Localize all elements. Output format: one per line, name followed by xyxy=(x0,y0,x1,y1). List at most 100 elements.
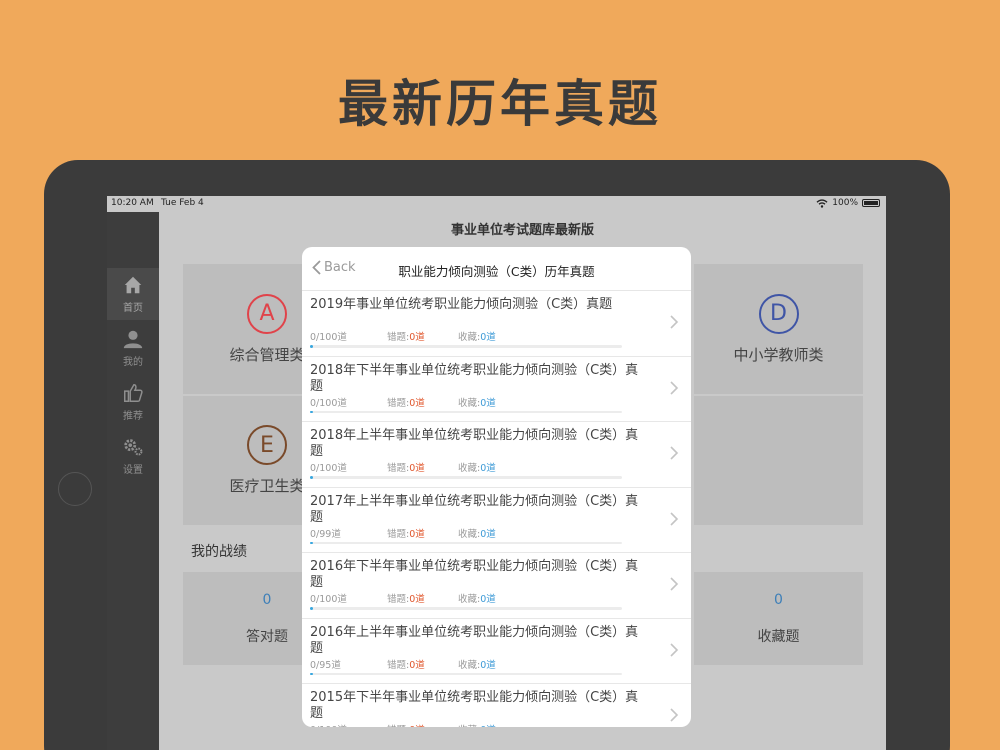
fav-value: 0道 xyxy=(480,332,496,343)
progress-fill xyxy=(310,345,314,348)
wrong-count: 错题:0道 xyxy=(387,722,425,727)
wrong-value: 0道 xyxy=(409,397,425,409)
wrong-count: 错题:0道 xyxy=(387,395,425,409)
progress-bar xyxy=(310,345,622,348)
stat-value: 0 xyxy=(774,591,783,608)
status-bar: 10:20 AM Tue Feb 4 100% xyxy=(107,196,886,212)
chevron-right-icon xyxy=(670,642,679,657)
exam-title: 2017年上半年事业单位统考职业能力倾向测验（C类）真题 xyxy=(310,493,639,525)
wrong-count: 错题:0道 xyxy=(387,460,425,474)
category-card-d[interactable]: D 中小学教师类 xyxy=(694,264,863,394)
exam-progress: 0/99道 xyxy=(310,528,341,540)
exam-meta: 0/99道 错题:0道 收藏:0道 xyxy=(310,526,630,540)
stat-label: 答对题 xyxy=(246,628,288,645)
exam-progress: 0/100道 xyxy=(310,722,347,727)
sidebar-item-label: 推荐 xyxy=(123,411,143,422)
sidebar-item-label: 设置 xyxy=(123,465,143,476)
gear-icon xyxy=(124,439,143,456)
progress-fill xyxy=(310,672,314,675)
fav-count: 收藏:0道 xyxy=(458,460,496,474)
chevron-right-icon xyxy=(670,511,679,526)
exam-progress: 0/95道 xyxy=(310,659,341,671)
category-card-empty xyxy=(694,396,863,525)
wrong-value: 0道 xyxy=(409,463,425,474)
exam-title: 2018年下半年事业单位统考职业能力倾向测验（C类）真题 xyxy=(310,362,639,394)
list-item[interactable]: 2015年下半年事业单位统考职业能力倾向测验（C类）真题0/100道错题:0道收… xyxy=(302,684,691,727)
fav-count: 收藏:0道 xyxy=(458,591,496,605)
chevron-right-icon xyxy=(670,315,679,329)
fav-value: 0道 xyxy=(480,528,496,540)
wrong-label: 错题: xyxy=(387,594,410,605)
fav-count: 收藏:0道 xyxy=(458,395,496,409)
wrong-value: 0道 xyxy=(409,528,425,540)
wrong-label: 错题: xyxy=(387,725,409,727)
exam-meta: 0/100道错题:0道收藏:0道 xyxy=(310,329,630,343)
sidebar-item-home[interactable]: 首页 xyxy=(107,268,159,320)
progress-fill xyxy=(310,476,314,479)
exam-meta: 0/95道 错题:0道 收藏:0道 xyxy=(310,657,630,671)
progress-bar xyxy=(310,541,622,544)
exam-progress: 0/100道 xyxy=(310,332,347,343)
exam-title: 2015年下半年事业单位统考职业能力倾向测验（C类）真题 xyxy=(310,690,639,721)
wrong-label: 错题: xyxy=(387,397,410,409)
headline: 最新历年真题 xyxy=(338,74,662,133)
exam-title: 2016年上半年事业单位统考职业能力倾向测验（C类）真题 xyxy=(310,624,639,656)
wifi-icon xyxy=(816,198,828,208)
fav-label: 收藏: xyxy=(458,725,480,727)
list-item[interactable]: 2019年事业单位统考职业能力倾向测验（C类）真题 0/100道 错题:0道 收藏:0… xyxy=(302,291,691,357)
progress-fill xyxy=(310,410,314,413)
sidebar-item-mine[interactable]: 我的 xyxy=(107,322,159,374)
stat-label: 收藏题 xyxy=(757,628,800,645)
battery-icon xyxy=(862,199,880,207)
list-item[interactable]: 2017年上半年事业单位统考职业能力倾向测验（C类）真题 0/99道 错题:0道 收藏… xyxy=(302,488,691,553)
list-item[interactable]: 2016年上半年事业单位统考职业能力倾向测验（C类）真题 0/95道 错题:0道 收藏… xyxy=(302,619,691,684)
fav-value: 0道 xyxy=(480,594,496,605)
wrong-count: 错题:0道 xyxy=(387,329,425,343)
stat-favorites[interactable]: 0 收藏题 xyxy=(694,572,863,665)
exam-title: 2016年下半年事业单位统考职业能力倾向测验（C类）真题 xyxy=(310,559,639,590)
progress-fill xyxy=(310,541,314,544)
fav-label: 收藏: xyxy=(458,659,481,671)
wrong-value: 0道 xyxy=(409,594,425,605)
category-label: 中小学教师类 xyxy=(733,345,824,364)
category-label: 医疗卫生类 xyxy=(229,477,305,495)
exam-meta: 0/100道错题:0道收藏:0道 xyxy=(310,395,630,409)
fav-count: 收藏:0道 xyxy=(458,526,496,540)
wrong-value: 0道 xyxy=(409,332,425,343)
chevron-right-icon xyxy=(670,708,679,722)
progress-bar xyxy=(310,607,622,610)
fav-value: 0道 xyxy=(480,659,496,671)
wrong-count: 错题:0道 xyxy=(387,526,425,540)
list-item[interactable]: 2018年下半年事业单位统考职业能力倾向测验（C类）真题 0/100道 错题:0道收… xyxy=(302,357,691,422)
fav-value: 0道 xyxy=(480,397,496,409)
wrong-label: 错题: xyxy=(387,332,410,343)
fav-count: 收藏:0道 xyxy=(458,722,496,727)
progress-bar xyxy=(310,476,622,479)
modal-header: Back 职业能力倾向测验（C类）历年真题 xyxy=(302,247,691,291)
category-letter-icon: D xyxy=(758,293,799,334)
wrong-count: 错题:0道 xyxy=(387,591,425,605)
nav-title: 事业单位考试题库最新版 xyxy=(450,223,594,238)
fav-label: 收藏: xyxy=(458,528,481,540)
sidebar-item-recommend[interactable]: 推荐 xyxy=(107,376,159,428)
list-item[interactable]: 2018年上半年事业单位统考职业能力倾向测验（C类）真题 0/100道 错题:0道收… xyxy=(302,422,691,488)
wrong-value: 0道 xyxy=(409,725,425,727)
exam-title: 2019年事业单位统考职业能力倾向测验（C类）真题 xyxy=(310,297,613,312)
battery-percent: 100% xyxy=(832,198,858,208)
home-button[interactable] xyxy=(58,472,92,506)
progress-bar xyxy=(310,672,622,675)
exam-progress: 0/100道 xyxy=(310,463,347,474)
wrong-value: 0道 xyxy=(409,659,425,671)
chevron-right-icon xyxy=(670,446,679,460)
list-item[interactable]: 2016年下半年事业单位统考职业能力倾向测验（C类）真题 0/100道 错题:0道收… xyxy=(302,553,691,619)
wrong-label: 错题: xyxy=(387,659,410,671)
exam-meta: 0/100道错题:0道收藏:0道 xyxy=(310,591,630,605)
fav-label: 收藏: xyxy=(458,463,481,474)
thumbs-up-icon xyxy=(124,384,143,402)
fav-value: 0道 xyxy=(480,463,496,474)
sidebar-item-settings[interactable]: 设置 xyxy=(107,430,159,482)
exam-progress: 0/100道 xyxy=(310,397,347,409)
category-letter-icon: E xyxy=(247,425,287,465)
fav-value: 0道 xyxy=(480,725,496,727)
category-label: 综合管理类 xyxy=(229,345,305,364)
